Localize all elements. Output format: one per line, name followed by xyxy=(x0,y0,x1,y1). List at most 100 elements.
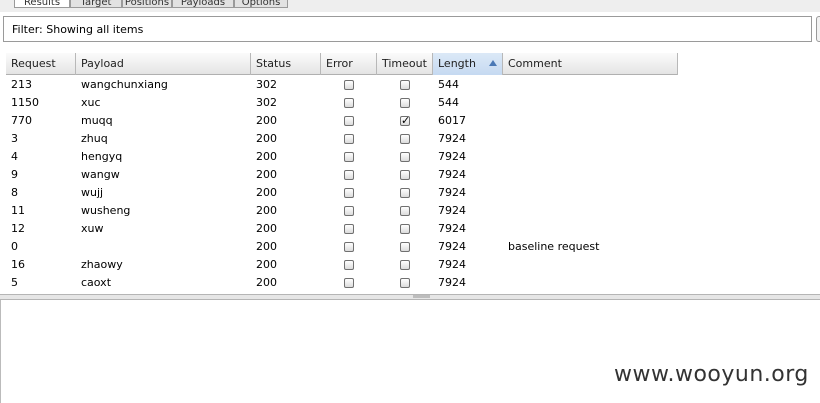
cell-request: 213 xyxy=(11,78,32,91)
table-row[interactable]: 5 caoxt 200 7924 xyxy=(6,274,678,292)
cell-status: 200 xyxy=(256,114,277,127)
tab-target[interactable]: Target xyxy=(70,0,122,8)
table-row[interactable]: 1150 xuc 302 544 xyxy=(6,94,678,112)
cell-payload: zhaowy xyxy=(81,258,123,271)
error-checkbox[interactable] xyxy=(344,80,354,90)
error-checkbox[interactable] xyxy=(344,152,354,162)
sort-ascending-icon xyxy=(489,60,497,66)
column-header-status[interactable]: Status xyxy=(251,53,321,75)
cell-request: 0 xyxy=(11,240,18,253)
cell-payload: hengyq xyxy=(81,150,123,163)
timeout-checkbox[interactable] xyxy=(400,188,410,198)
timeout-checkbox[interactable] xyxy=(400,206,410,216)
table-row[interactable]: 3 zhuq 200 7924 xyxy=(6,130,678,148)
timeout-checkbox[interactable] xyxy=(400,170,410,180)
timeout-checkbox[interactable] xyxy=(400,114,410,127)
error-checkbox[interactable] xyxy=(344,116,354,126)
cell-request: 4 xyxy=(11,150,18,163)
cell-comment xyxy=(503,130,678,148)
column-header-request[interactable]: Request xyxy=(6,53,76,75)
cell-request: 5 xyxy=(11,276,18,289)
table-row[interactable]: 12 xuw 200 7924 xyxy=(6,220,678,238)
cell-length: 7924 xyxy=(438,204,466,217)
filter-help-button[interactable] xyxy=(816,16,820,42)
cell-length: 7924 xyxy=(438,132,466,145)
cell-status: 200 xyxy=(256,276,277,289)
cell-length: 7924 xyxy=(438,276,466,289)
tab-results[interactable]: Results xyxy=(14,0,70,8)
column-header-length[interactable]: Length xyxy=(433,53,503,75)
divider-grip-icon[interactable] xyxy=(413,295,430,298)
error-checkbox[interactable] xyxy=(344,188,354,198)
cell-length: 7924 xyxy=(438,150,466,163)
cell-comment xyxy=(503,166,678,184)
tab-bar: Results Target Positions Payloads Option… xyxy=(0,0,820,12)
column-header-comment[interactable]: Comment xyxy=(503,53,678,75)
cell-length: 7924 xyxy=(438,258,466,271)
timeout-checkbox[interactable] xyxy=(400,152,410,162)
cell-length: 544 xyxy=(438,78,459,91)
pane-border xyxy=(0,300,1,403)
cell-length: 7924 xyxy=(438,240,466,253)
timeout-checkbox[interactable] xyxy=(400,260,410,270)
cell-comment xyxy=(503,148,678,166)
error-checkbox[interactable] xyxy=(344,278,354,288)
error-checkbox[interactable] xyxy=(344,224,354,234)
cell-comment xyxy=(503,256,678,274)
cell-status: 200 xyxy=(256,222,277,235)
table-row[interactable]: 213 wangchunxiang 302 544 xyxy=(6,76,678,94)
timeout-checkbox[interactable] xyxy=(400,224,410,234)
error-checkbox[interactable] xyxy=(344,260,354,270)
column-header-timeout[interactable]: Timeout xyxy=(377,53,433,75)
column-header-error[interactable]: Error xyxy=(321,53,377,75)
timeout-checkbox[interactable] xyxy=(400,242,410,252)
cell-status: 200 xyxy=(256,168,277,181)
cell-payload: wusheng xyxy=(81,204,131,217)
cell-payload: wujj xyxy=(81,186,104,199)
cell-payload: wangw xyxy=(81,168,120,181)
table-row[interactable]: 8 wujj 200 7924 xyxy=(6,184,678,202)
table-row[interactable]: 16 zhaowy 200 7924 xyxy=(6,256,678,274)
error-checkbox[interactable] xyxy=(344,170,354,180)
table-row[interactable]: 9 wangw 200 7924 xyxy=(6,166,678,184)
timeout-checkbox[interactable] xyxy=(400,80,410,90)
table-row[interactable]: 0 200 7924 baseline request xyxy=(6,238,678,256)
cell-payload: caoxt xyxy=(81,276,112,289)
cell-comment: baseline request xyxy=(508,240,600,253)
error-checkbox[interactable] xyxy=(344,242,354,252)
timeout-checkbox[interactable] xyxy=(400,134,410,144)
cell-comment xyxy=(503,220,678,238)
cell-payload xyxy=(76,238,251,256)
cell-comment xyxy=(503,274,678,292)
results-table: Request Payload Status Error Timeout Len… xyxy=(6,53,678,293)
cell-length: 6017 xyxy=(438,114,466,127)
timeout-checkbox[interactable] xyxy=(400,98,410,108)
cell-length: 7924 xyxy=(438,186,466,199)
column-header-payload[interactable]: Payload xyxy=(76,53,251,75)
tab-options[interactable]: Options xyxy=(234,0,288,8)
cell-status: 200 xyxy=(256,240,277,253)
cell-comment xyxy=(503,112,678,130)
filter-text: Filter: Showing all items xyxy=(12,23,144,36)
cell-payload: zhuq xyxy=(81,132,108,145)
table-row[interactable]: 11 wusheng 200 7924 xyxy=(6,202,678,220)
tab-payloads[interactable]: Payloads xyxy=(172,0,234,8)
error-checkbox[interactable] xyxy=(344,206,354,216)
cell-request: 12 xyxy=(11,222,25,235)
filter-bar[interactable]: Filter: Showing all items xyxy=(3,16,812,42)
cell-status: 302 xyxy=(256,96,277,109)
column-header-length-label: Length xyxy=(438,57,476,70)
cell-comment xyxy=(503,94,678,112)
table-row[interactable]: 4 hengyq 200 7924 xyxy=(6,148,678,166)
cell-payload: xuc xyxy=(81,96,101,109)
cell-length: 7924 xyxy=(438,168,466,181)
cell-request: 770 xyxy=(11,114,32,127)
cell-length: 7924 xyxy=(438,222,466,235)
error-checkbox[interactable] xyxy=(344,134,354,144)
table-row[interactable]: 770 muqq 200 6017 xyxy=(6,112,678,130)
tab-positions[interactable]: Positions xyxy=(122,0,172,8)
cell-length: 544 xyxy=(438,96,459,109)
cell-status: 200 xyxy=(256,150,277,163)
error-checkbox[interactable] xyxy=(344,98,354,108)
timeout-checkbox[interactable] xyxy=(400,278,410,288)
